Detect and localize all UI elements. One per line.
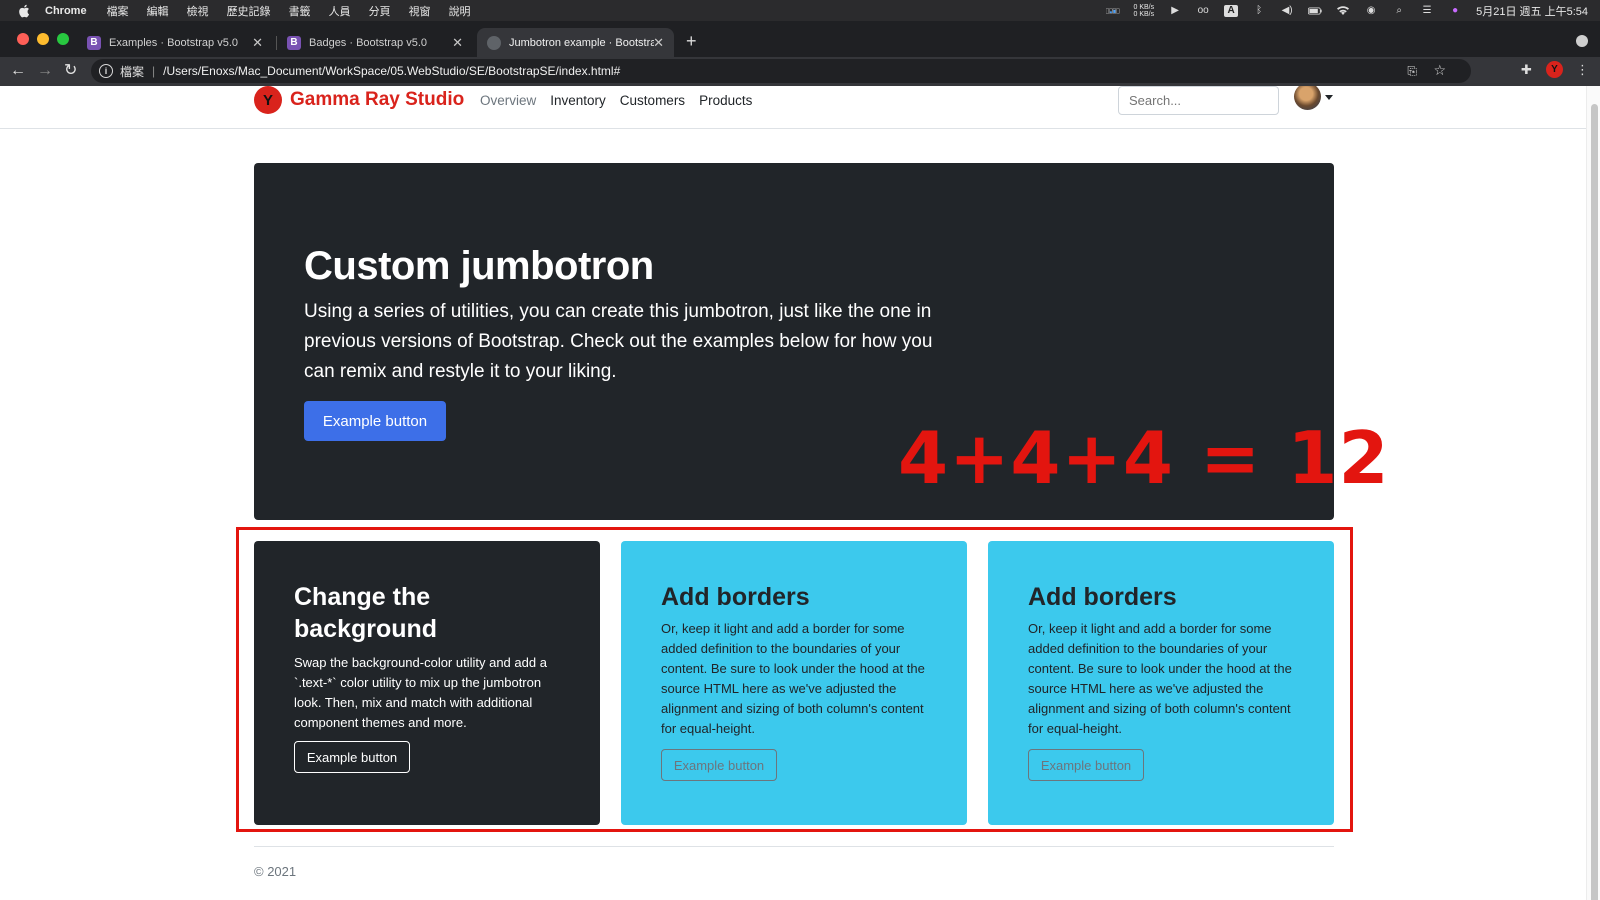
- profile-icon[interactable]: Y: [1546, 61, 1563, 78]
- control-center-icon[interactable]: ☰: [1420, 5, 1434, 17]
- feature-text: Swap the background-color utility and ad…: [294, 655, 547, 730]
- feature-title: Add borders: [1028, 583, 1177, 611]
- bootstrap-favicon-icon: B: [87, 35, 101, 50]
- back-arrow-icon[interactable]: ←: [10, 62, 26, 80]
- nav-link-inventory[interactable]: Inventory: [543, 93, 613, 108]
- nav-link-products[interactable]: Products: [692, 93, 759, 108]
- avatar[interactable]: [1294, 86, 1321, 110]
- macos-menubar: Chrome 檔案 編輯 檢視 歷史記錄 書籤 人員 分頁 視窗 說明 0 KB…: [0, 0, 1600, 21]
- close-tab-icon[interactable]: ✕: [452, 35, 463, 51]
- jumbotron-text: Using a series of utilities, you can cre…: [304, 301, 933, 382]
- minimize-window-button[interactable]: [37, 33, 49, 45]
- address-url[interactable]: /Users/Enoxs/Mac_Document/WorkSpace/05.W…: [163, 64, 620, 78]
- bootstrap-favicon-icon: B: [287, 35, 301, 50]
- user-account-icon[interactable]: ◉: [1364, 5, 1378, 17]
- feature-example-button[interactable]: Example button: [294, 741, 410, 773]
- info-icon[interactable]: i: [99, 64, 113, 78]
- feature-title: Add borders: [661, 583, 810, 611]
- search-icon[interactable]: ⌕: [1392, 5, 1406, 17]
- browser-tab[interactable]: B Badges · Bootstrap v5.0 ✕: [277, 28, 473, 57]
- network-speed[interactable]: 0 KB/s 0 KB/s: [1134, 4, 1155, 18]
- apple-icon[interactable]: [17, 4, 31, 18]
- address-bar[interactable]: i 檔案 | /Users/Enoxs/Mac_Document/WorkSpa…: [91, 59, 1471, 83]
- close-tab-icon[interactable]: ✕: [252, 35, 263, 51]
- tab-title: Examples · Bootstrap v5.0: [109, 36, 239, 49]
- globe-favicon-icon: [487, 35, 501, 50]
- kebab-menu-icon[interactable]: ⋮: [1576, 62, 1589, 78]
- feature-title: Change the background: [294, 583, 438, 643]
- tab-title: Jumbotron example · Bootstrap: [509, 36, 654, 49]
- close-window-button[interactable]: [17, 33, 29, 45]
- footer-copyright: © 2021: [254, 864, 297, 879]
- battery-icon[interactable]: [1308, 5, 1322, 17]
- jumbotron-title: Custom jumbotron: [304, 244, 654, 288]
- feature-card-borders: Add borders Or, keep it light and add a …: [621, 541, 967, 825]
- browser-tab-active[interactable]: Jumbotron example · Bootstrap ✕: [477, 28, 674, 57]
- address-divider: |: [152, 64, 156, 78]
- nav-link-customers[interactable]: Customers: [613, 93, 692, 108]
- window-controls: [17, 33, 69, 45]
- siri-icon[interactable]: ●: [1448, 5, 1462, 17]
- zoom-window-button[interactable]: [57, 33, 69, 45]
- annotation-text: 4+4+4 = 12: [898, 416, 1390, 500]
- menu-view[interactable]: 檢視: [187, 3, 209, 19]
- menu-history[interactable]: 歷史記錄: [227, 3, 271, 19]
- menubar-datetime[interactable]: 5月21日 週五 上午5:54: [1476, 3, 1588, 19]
- menu-app-chrome[interactable]: Chrome: [45, 5, 87, 17]
- nav-link-overview[interactable]: Overview: [473, 93, 543, 108]
- bookmark-star-icon[interactable]: ☆: [1433, 62, 1446, 79]
- translate-icon[interactable]: ⎘: [1407, 64, 1417, 79]
- volume-icon[interactable]: ◀): [1280, 5, 1294, 17]
- browser-tab[interactable]: B Examples · Bootstrap v5.0 ✕: [77, 28, 273, 57]
- menu-people[interactable]: 人員: [329, 3, 351, 19]
- jumbotron-example-button[interactable]: Example button: [304, 401, 446, 441]
- tab-title: Badges · Bootstrap v5.0: [309, 36, 428, 49]
- address-scheme-label: 檔案: [120, 64, 145, 79]
- menu-edit[interactable]: 編輯: [147, 3, 169, 19]
- main-nav: Overview Inventory Customers Products: [473, 93, 759, 108]
- menu-bookmarks[interactable]: 書籤: [289, 3, 311, 19]
- feature-example-button[interactable]: Example button: [661, 749, 777, 781]
- cpu-meter-icon[interactable]: [1105, 5, 1120, 17]
- close-tab-icon[interactable]: ✕: [653, 35, 664, 51]
- browser-toolbar: ← → ↻ i 檔案 | /Users/Enoxs/Mac_Document/W…: [0, 57, 1600, 86]
- wifi-icon[interactable]: [1336, 5, 1350, 17]
- feature-text: Or, keep it light and add a border for s…: [661, 621, 925, 736]
- menubar-status-area: 0 KB/s 0 KB/s ▶ oo A ᛒ ◀) ◉ ⌕ ☰ ● 5月21日 …: [1105, 0, 1588, 21]
- dropdown-caret-icon[interactable]: [1325, 95, 1333, 100]
- page-viewport: Y Gamma Ray Studio Overview Inventory Cu…: [0, 86, 1600, 900]
- tab-search-icon[interactable]: [1576, 35, 1588, 47]
- menu-window[interactable]: 視窗: [409, 3, 431, 19]
- footer-divider: [254, 846, 1334, 847]
- input-method-icon[interactable]: A: [1224, 4, 1239, 17]
- bluetooth-icon[interactable]: ᛒ: [1252, 5, 1266, 17]
- forward-arrow-icon[interactable]: →: [37, 62, 53, 80]
- extensions-puzzle-icon[interactable]: ✚: [1521, 62, 1532, 78]
- feature-card-background: Change the background Swap the backgroun…: [254, 541, 600, 825]
- glasses-icon[interactable]: oo: [1196, 5, 1210, 17]
- feature-card-borders: Add borders Or, keep it light and add a …: [988, 541, 1334, 825]
- feature-example-button[interactable]: Example button: [1028, 749, 1144, 781]
- brand[interactable]: Y Gamma Ray Studio: [254, 86, 464, 114]
- new-tab-icon[interactable]: +: [686, 31, 697, 52]
- reload-icon[interactable]: ↻: [64, 62, 77, 80]
- menu-file[interactable]: 檔案: [107, 3, 129, 19]
- brand-name: Gamma Ray Studio: [290, 89, 465, 110]
- browser-tab-strip: B Examples · Bootstrap v5.0 ✕ B Badges ·…: [0, 21, 1600, 57]
- brand-logo-icon: Y: [254, 86, 282, 114]
- menu-tab[interactable]: 分頁: [369, 3, 391, 19]
- network-download: 0 KB/s: [1133, 10, 1155, 18]
- network-upload: 0 KB/s: [1133, 3, 1155, 11]
- scrollbar-thumb[interactable]: [1591, 104, 1598, 900]
- feature-text: Or, keep it light and add a border for s…: [1028, 621, 1292, 736]
- menu-help[interactable]: 說明: [449, 3, 471, 19]
- site-header: Y Gamma Ray Studio Overview Inventory Cu…: [0, 86, 1586, 129]
- search-input[interactable]: [1118, 86, 1279, 115]
- vertical-scrollbar[interactable]: [1586, 86, 1600, 900]
- play-circle-icon[interactable]: ▶: [1168, 5, 1182, 17]
